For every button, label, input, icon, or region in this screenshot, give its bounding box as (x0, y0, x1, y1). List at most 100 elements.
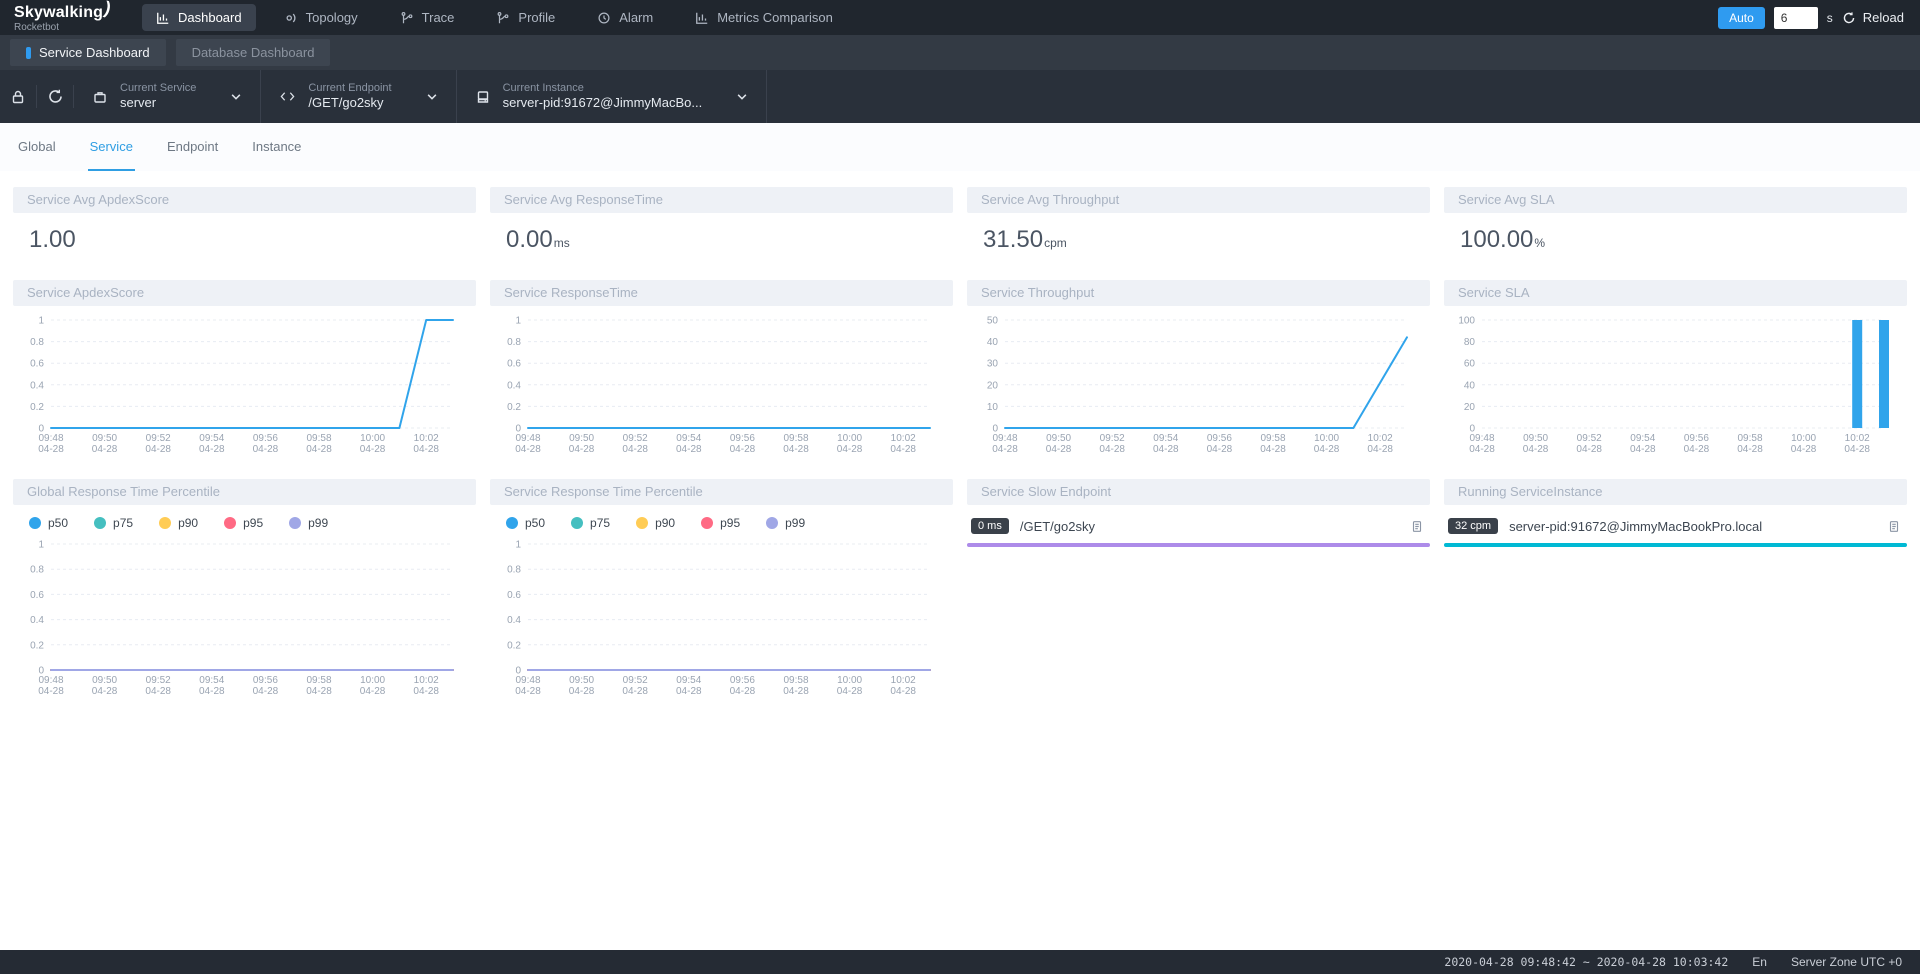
svg-text:04-28: 04-28 (1576, 444, 1602, 455)
app-logo[interactable]: Skywalking) Rocketbot (14, 2, 142, 33)
svg-text:09:50: 09:50 (92, 675, 117, 686)
lock-icon (10, 89, 26, 105)
nav-item-dashboard[interactable]: Dashboard (142, 4, 256, 31)
svg-text:09:52: 09:52 (146, 675, 171, 686)
service-box-icon (92, 89, 108, 105)
svg-text:04-28: 04-28 (1099, 444, 1125, 455)
stat-card-responsetime: Service Avg ResponseTime 0.00ms (490, 187, 953, 266)
status-footer: 2020-04-28 09:48:42 ~ 2020-04-28 10:03:4… (0, 950, 1920, 974)
chevron-down-icon[interactable] (230, 91, 242, 103)
service-apdexscore-chart[interactable]: 00.20.40.60.8109:4804-2809:5004-2809:520… (13, 306, 476, 465)
legend-item-p75[interactable]: p75 (94, 516, 133, 530)
legend-item-p95[interactable]: p95 (224, 516, 263, 530)
percentile-legend: p50 p75 p90 p95 p99 (13, 505, 476, 530)
svg-text:10:02: 10:02 (414, 675, 439, 686)
svg-text:09:52: 09:52 (1577, 433, 1602, 444)
refresh-context-button[interactable] (37, 70, 73, 123)
database-dashboard-button[interactable]: Database Dashboard (176, 39, 331, 66)
reload-button[interactable]: Reload (1842, 10, 1904, 25)
nav-label: Alarm (619, 10, 653, 25)
chevron-down-icon[interactable] (426, 91, 438, 103)
slow-endpoint-card: Service Slow Endpoint 0 ms /GET/go2sky (967, 479, 1430, 707)
svg-text:04-28: 04-28 (1207, 444, 1233, 455)
card-title: Service Avg Throughput (967, 187, 1430, 213)
legend-dot (159, 517, 171, 529)
clipboard-icon[interactable] (1410, 519, 1424, 534)
svg-text:09:56: 09:56 (1684, 433, 1709, 444)
legend-dot (571, 517, 583, 529)
svg-text:04-28: 04-28 (413, 686, 439, 697)
nav-item-trace[interactable]: Trace (386, 4, 469, 31)
tab-instance[interactable]: Instance (250, 123, 303, 171)
reload-label: Reload (1863, 10, 1904, 25)
auto-refresh-button[interactable]: Auto (1718, 7, 1765, 29)
legend-item-p90[interactable]: p90 (159, 516, 198, 530)
svg-text:1: 1 (515, 540, 521, 551)
svg-text:09:58: 09:58 (783, 675, 808, 686)
svg-text:60: 60 (1464, 359, 1476, 370)
selector-value: /GET/go2sky (308, 95, 391, 111)
lock-button[interactable] (0, 70, 36, 123)
legend-dot (224, 517, 236, 529)
current-service-selector[interactable]: Current Service server (74, 70, 261, 123)
legend-item-p99[interactable]: p99 (766, 516, 805, 530)
legend-item-p50[interactable]: p50 (29, 516, 68, 530)
legend-item-p75[interactable]: p75 (571, 516, 610, 530)
stat-unit: % (1534, 236, 1545, 250)
svg-text:09:48: 09:48 (515, 433, 540, 444)
instance-device-icon (475, 89, 491, 105)
current-instance-selector[interactable]: Current Instance server-pid:91672@JimmyM… (457, 70, 768, 123)
legend-item-p50[interactable]: p50 (506, 516, 545, 530)
nav-item-topology[interactable]: Topology (270, 4, 372, 31)
svg-text:09:48: 09:48 (515, 675, 540, 686)
legend-dot (766, 517, 778, 529)
legend-item-p99[interactable]: p99 (289, 516, 328, 530)
tab-global[interactable]: Global (16, 123, 58, 171)
svg-text:09:48: 09:48 (38, 675, 63, 686)
svg-text:0.8: 0.8 (507, 565, 521, 576)
clipboard-icon[interactable] (1887, 519, 1901, 534)
legend-dot (636, 517, 648, 529)
global-response-time-percentile-chart[interactable]: 00.20.40.60.8109:4804-2809:5004-2809:520… (13, 530, 476, 707)
svg-text:04-28: 04-28 (515, 444, 541, 455)
card-title: Service Throughput (967, 280, 1430, 306)
svg-text:04-28: 04-28 (253, 686, 279, 697)
svg-text:09:48: 09:48 (38, 433, 63, 444)
svg-text:0.8: 0.8 (30, 565, 44, 576)
svg-text:04-28: 04-28 (1523, 444, 1549, 455)
svg-text:04-28: 04-28 (1260, 444, 1286, 455)
svg-text:04-28: 04-28 (730, 444, 756, 455)
svg-text:10:02: 10:02 (891, 675, 916, 686)
service-response-time-percentile-chart[interactable]: 00.20.40.60.8109:4804-2809:5004-2809:520… (490, 530, 953, 707)
svg-text:10:00: 10:00 (360, 433, 385, 444)
card-title: Running ServiceInstance (1444, 479, 1907, 505)
stat-card-throughput: Service Avg Throughput 31.50cpm (967, 187, 1430, 266)
service-throughput-chart[interactable]: 0102030405009:4804-2809:5004-2809:5204-2… (967, 306, 1430, 465)
stat-number: 1.00 (29, 226, 76, 253)
legend-item-p90[interactable]: p90 (636, 516, 675, 530)
tab-service[interactable]: Service (88, 123, 135, 171)
language-switcher[interactable]: En (1752, 955, 1767, 969)
nav-item-profile[interactable]: Profile (482, 4, 569, 31)
chevron-down-icon[interactable] (736, 91, 748, 103)
stat-value: 100.00% (1444, 213, 1907, 266)
legend-item-p95[interactable]: p95 (701, 516, 740, 530)
dash-label: Database Dashboard (192, 45, 315, 60)
charts-row: Service ApdexScore 00.20.40.60.8109:4804… (13, 280, 1907, 465)
time-range-picker[interactable]: 2020-04-28 09:48:42 ~ 2020-04-28 10:03:4… (1444, 955, 1728, 969)
nav-item-metrics-comparison[interactable]: Metrics Comparison (681, 4, 847, 31)
svg-text:20: 20 (987, 380, 999, 391)
svg-text:04-28: 04-28 (515, 686, 541, 697)
svg-text:10:00: 10:00 (837, 675, 862, 686)
tab-endpoint[interactable]: Endpoint (165, 123, 220, 171)
service-responsetime-chart[interactable]: 00.20.40.60.8109:4804-2809:5004-2809:520… (490, 306, 953, 465)
chart-card-global-percentile: Global Response Time Percentile p50 p75 p9… (13, 479, 476, 707)
service-sla-chart[interactable]: 02040608010009:4804-2809:5004-2809:5204-… (1444, 306, 1907, 465)
svg-text:04-28: 04-28 (38, 444, 64, 455)
current-endpoint-selector[interactable]: Current Endpoint /GET/go2sky (261, 70, 456, 123)
nav-item-alarm[interactable]: Alarm (583, 4, 667, 31)
stats-row: Service Avg ApdexScore 1.00 Service Avg … (13, 187, 1907, 266)
card-title: Global Response Time Percentile (13, 479, 476, 505)
refresh-interval-input[interactable] (1774, 7, 1818, 29)
service-dashboard-button[interactable]: Service Dashboard (10, 39, 166, 66)
